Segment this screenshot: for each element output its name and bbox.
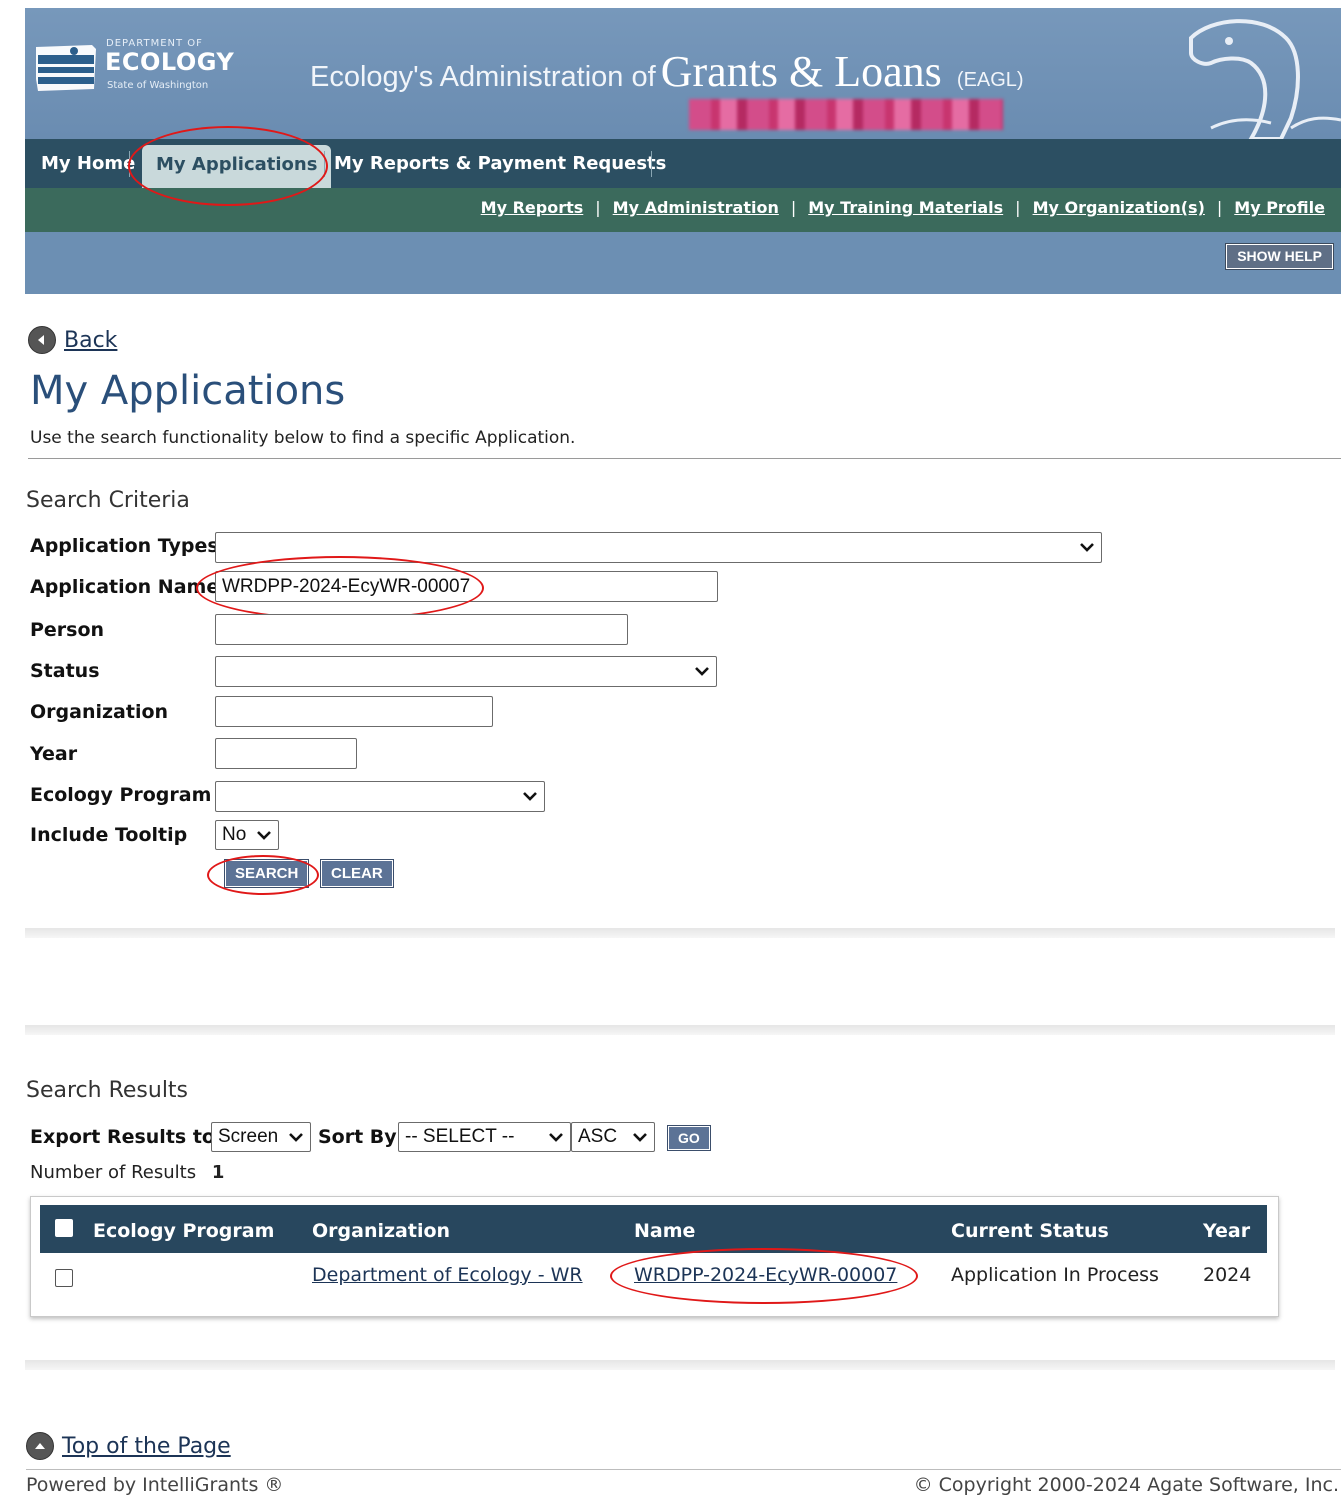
site-title-prefix: Ecology's Administration of	[310, 61, 656, 93]
link-my-administration[interactable]: My Administration	[613, 198, 779, 217]
select-all-checkbox[interactable]	[55, 1219, 73, 1237]
divider	[28, 458, 1341, 459]
results-count: Number of Results 1	[30, 1162, 224, 1183]
column-header-ecology-program[interactable]: Ecology Program	[93, 1220, 274, 1242]
tab-my-home[interactable]: My Home	[41, 139, 135, 188]
label-include-tooltip: Include Tooltip	[30, 824, 188, 846]
powered-by: Powered by IntelliGrants ®	[26, 1474, 284, 1496]
sub-nav: My Reports | My Administration | My Training…	[25, 188, 1341, 232]
sub-nav-links: My Reports | My Administration | My Training…	[480, 198, 1325, 217]
link-my-training-materials[interactable]: My Training Materials	[808, 198, 1003, 217]
cell-name-link[interactable]: WRDPP-2024-EcyWR-00007	[634, 1264, 897, 1286]
link-my-organizations[interactable]: My Organization(s)	[1033, 198, 1205, 217]
label-application-types: Application Types	[30, 535, 219, 557]
column-header-current-status[interactable]: Current Status	[951, 1220, 1109, 1242]
chevron-down-icon	[549, 1133, 563, 1142]
results-count-value: 1	[211, 1162, 225, 1183]
label-sort-by: Sort By	[318, 1126, 397, 1148]
sort-by-value: -- SELECT --	[405, 1126, 515, 1147]
chevron-down-icon	[289, 1133, 303, 1142]
link-my-reports[interactable]: My Reports	[481, 198, 584, 217]
page-title: My Applications	[30, 368, 346, 414]
page-subtitle: Use the search functionality below to fi…	[30, 428, 576, 448]
footer-divider	[26, 1469, 1341, 1470]
eagle-icon	[1189, 19, 1341, 139]
nav-separator	[651, 151, 652, 177]
ecology-program-select[interactable]	[215, 781, 545, 812]
include-tooltip-select[interactable]: No	[215, 820, 279, 850]
sort-by-select[interactable]: -- SELECT --	[398, 1122, 571, 1152]
washington-state-icon	[36, 45, 96, 91]
nav-separator	[129, 151, 130, 177]
section-divider	[25, 1360, 1335, 1370]
top-of-page-link[interactable]: Top of the Page	[26, 1432, 231, 1460]
year-input[interactable]	[215, 738, 357, 769]
organization-input[interactable]	[215, 696, 493, 727]
cell-current-status: Application In Process	[951, 1264, 1159, 1286]
site-title-abbr: (EAGL)	[956, 69, 1024, 91]
search-button[interactable]: SEARCH	[223, 859, 310, 888]
chevron-down-icon	[523, 792, 537, 801]
tab-my-reports-payment-requests[interactable]: My Reports & Payment Requests	[334, 139, 666, 188]
copyright: © Copyright 2000-2024 Agate Software, In…	[913, 1474, 1339, 1496]
logo-state: State of Washington	[107, 80, 209, 91]
back-link[interactable]: Back	[28, 324, 117, 356]
column-header-name[interactable]: Name	[634, 1220, 695, 1242]
section-divider	[25, 1025, 1335, 1035]
column-header-organization[interactable]: Organization	[312, 1220, 450, 1242]
label-ecology-program: Ecology Program	[30, 784, 212, 806]
results-table-header: Ecology Program Organization Name Curren…	[40, 1205, 1267, 1253]
nav-separator	[324, 151, 325, 177]
sort-order-value: ASC	[578, 1126, 618, 1147]
results-count-label: Number of Results	[30, 1162, 197, 1183]
show-help-button[interactable]: SHOW HELP	[1225, 243, 1334, 270]
label-application-name: Application Name	[30, 576, 220, 598]
label-export-results: Export Results to	[30, 1126, 215, 1148]
export-results-value: Screen	[218, 1126, 279, 1147]
chevron-down-icon	[695, 667, 709, 676]
export-results-select[interactable]: Screen	[211, 1122, 311, 1152]
chevron-down-icon	[1080, 543, 1094, 552]
main-nav: My Home My Applications My Reports & Pay…	[25, 139, 1341, 188]
back-arrow-icon	[28, 326, 56, 354]
application-types-select[interactable]	[215, 532, 1102, 563]
link-my-profile[interactable]: My Profile	[1234, 198, 1325, 217]
arrow-up-icon	[26, 1432, 54, 1460]
logo-ecology: ECOLOGY	[105, 48, 235, 76]
back-link-text[interactable]: Back	[64, 328, 117, 353]
cell-organization-link[interactable]: Department of Ecology - WR	[312, 1264, 583, 1286]
site-title-main: Grants & Loans	[660, 47, 942, 96]
status-select[interactable]	[215, 656, 717, 687]
person-input[interactable]	[215, 614, 628, 645]
label-year: Year	[30, 743, 78, 765]
redacted-user-name	[689, 99, 1003, 130]
results-table: Ecology Program Organization Name Curren…	[30, 1196, 1279, 1317]
table-row: Department of Ecology - WR WRDPP-2024-Ec…	[40, 1253, 1267, 1301]
site-header: DEPARTMENT OF ECOLOGY State of Washingto…	[25, 8, 1341, 294]
search-criteria-heading: Search Criteria	[26, 488, 190, 513]
cell-year: 2024	[1203, 1264, 1252, 1286]
top-of-page-link-text[interactable]: Top of the Page	[62, 1434, 231, 1459]
label-person: Person	[30, 619, 105, 641]
chevron-down-icon	[633, 1133, 647, 1142]
section-divider	[25, 928, 1335, 938]
label-status: Status	[30, 660, 100, 682]
site-banner: DEPARTMENT OF ECOLOGY State of Washingto…	[25, 8, 1341, 139]
clear-button[interactable]: CLEAR	[320, 859, 394, 888]
search-results-heading: Search Results	[26, 1078, 189, 1103]
include-tooltip-value: No	[222, 824, 247, 845]
go-button[interactable]: GO	[667, 1125, 711, 1151]
row-checkbox[interactable]	[55, 1269, 73, 1287]
ecology-logo[interactable]: DEPARTMENT OF ECOLOGY State of Washingto…	[34, 36, 234, 98]
help-bar: SHOW HELP	[25, 232, 1341, 294]
site-title: Ecology's Administration of Grants & Loa…	[310, 46, 1024, 97]
chevron-down-icon	[257, 831, 271, 840]
application-name-input[interactable]: WRDPP-2024-EcyWR-00007	[215, 571, 718, 602]
column-header-year[interactable]: Year	[1203, 1220, 1250, 1242]
label-organization: Organization	[30, 701, 169, 723]
tab-my-applications[interactable]: My Applications	[142, 145, 332, 188]
sort-order-select[interactable]: ASC	[571, 1122, 655, 1152]
